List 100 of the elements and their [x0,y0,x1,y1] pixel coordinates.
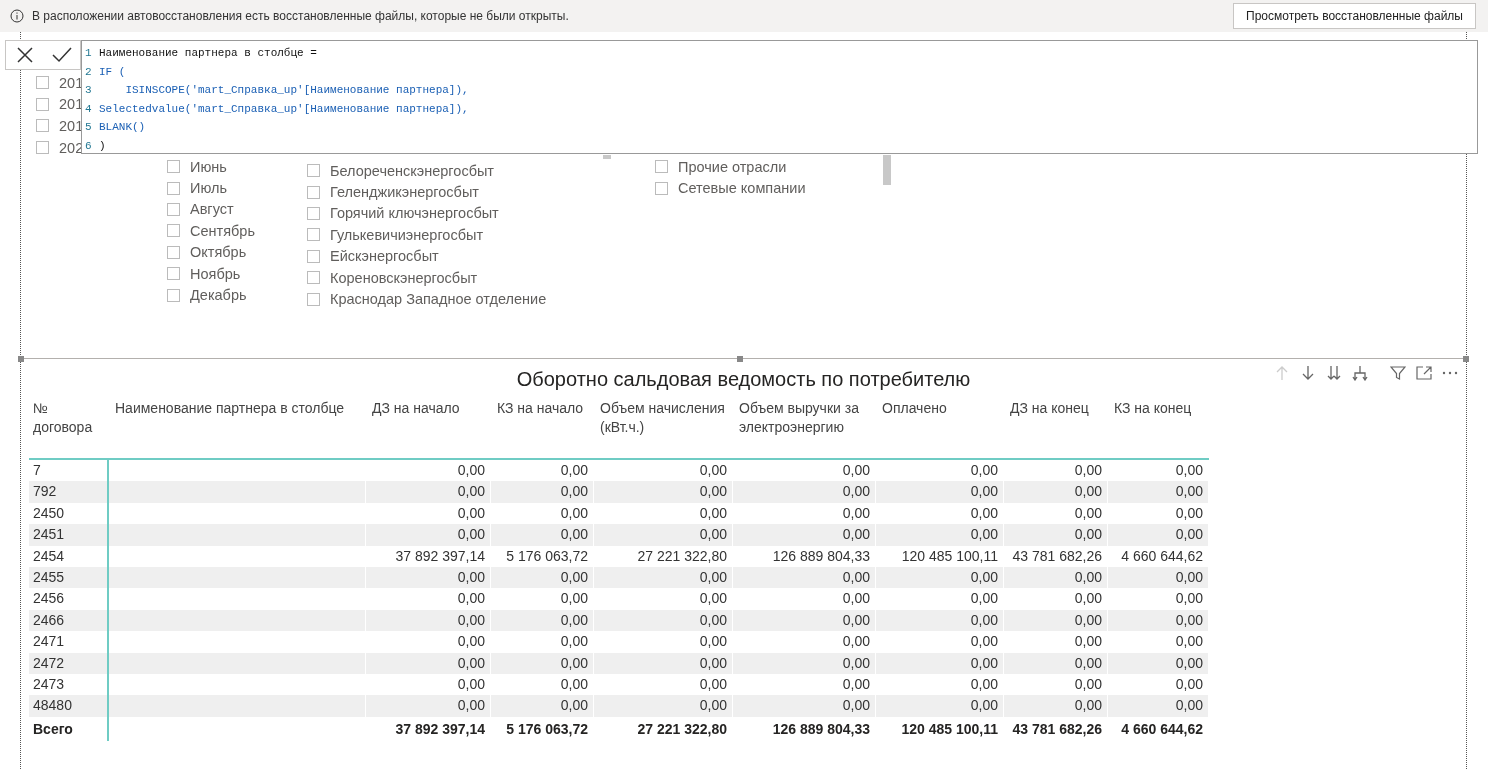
slicer-item[interactable]: 201 [59,118,84,134]
slicer-item[interactable]: Гулькевичиэнергосбыт [330,226,484,243]
column-header[interactable]: № договора [29,393,109,460]
total-cell: 37 892 397,14 [366,716,491,741]
table-cell: 120 485 100,11 [876,545,1004,567]
scrollbar[interactable] [883,155,891,185]
slicer-item[interactable]: Белореченскэнергосбыт [330,162,494,179]
checkbox[interactable] [307,292,320,306]
code-line: ) [99,139,106,152]
slicer-item[interactable]: Октябрь [190,244,247,261]
checkbox[interactable] [167,288,180,302]
column-header[interactable]: КЗ на начало [491,393,594,460]
column-header[interactable]: Наименование партнера в столбце [109,393,366,460]
scrollbar[interactable] [603,155,611,159]
table-cell: 0,00 [876,481,1004,503]
table-cell: 0,00 [491,631,594,653]
resize-handle[interactable] [737,356,743,362]
checkbox[interactable] [307,249,320,263]
column-header[interactable]: ДЗ на конец [1004,393,1108,460]
slicer-item[interactable]: Июнь [190,158,227,175]
checkbox[interactable] [307,164,320,178]
column-header[interactable]: КЗ на конец [1108,393,1209,460]
slicer-item[interactable]: Июль [190,180,227,197]
table-cell: 0,00 [366,524,491,546]
table-cell: 0,00 [491,588,594,610]
table-cell: 0,00 [1004,652,1108,674]
checkbox[interactable] [36,76,49,90]
slicer-item[interactable]: Горячий ключэнергосбыт [330,205,499,222]
slicer-item[interactable]: Ейскэнергосбыт [330,248,439,265]
table-cell: 0,00 [491,524,594,546]
checkbox[interactable] [167,202,180,216]
checkbox[interactable] [167,224,180,238]
hierarchy-icon[interactable] [1352,365,1368,381]
slicer-item[interactable]: Ноябрь [190,265,241,282]
view-recovered-button[interactable]: Просмотреть восстановленные файлы [1233,3,1476,29]
column-header[interactable]: Оплачено [876,393,1004,460]
resize-handle[interactable] [1463,356,1469,362]
checkbox[interactable] [655,160,668,174]
checkbox[interactable] [167,181,180,195]
checkbox[interactable] [167,160,180,174]
total-cell: 120 485 100,11 [876,716,1004,741]
column-header[interactable]: Объем выручки за электроэнергию [733,393,876,460]
table-cell: 0,00 [491,609,594,632]
table-cell: 0,00 [733,481,876,503]
slicer-item[interactable]: 201 [59,96,84,113]
table-cell: 2455 [29,566,109,589]
checkbox[interactable] [36,119,49,133]
checkbox[interactable] [36,97,49,111]
checkbox[interactable] [307,185,320,199]
table-cell: 0,00 [594,588,733,610]
line-number: 2 [84,65,93,78]
focus-mode-icon[interactable] [1416,365,1432,381]
table-cell: 126 889 804,33 [733,545,876,567]
column-header[interactable]: ДЗ на начало [366,393,491,460]
table-cell: 0,00 [1108,652,1209,674]
total-cell: 5 176 063,72 [491,716,594,741]
total-cell: 43 781 682,26 [1004,716,1108,741]
table-cell: 2466 [29,609,109,632]
slicer-item[interactable]: Краснодар Западное отделение [330,291,547,308]
table-cell: 0,00 [876,524,1004,546]
code-line: Selectedvalue('mart_Справка_up'[Наименование партнера]), [99,102,469,115]
slicer-item[interactable]: Сентябрь [190,222,255,239]
resize-handle[interactable] [18,356,24,362]
table-cell: 0,00 [366,481,491,503]
table-cell: 43 781 682,26 [1004,545,1108,567]
table-cell: 0,00 [366,631,491,653]
drill-down-icon[interactable] [1300,365,1316,381]
column-header[interactable]: Объем начисления (кВт.ч.) [594,393,733,460]
slicer-item[interactable]: Прочие отрасли [678,158,787,175]
formula-editor[interactable]: 1 Наименование партнера в столбце = 2 IF ( 3 ISINSCOPE('mart_Справка_up'[Наименование партнера]), 4 Selectedvalue('mart_Справка_up'[Наименование партнера]), 5 BLANK() 6 ) [81,40,1478,154]
table-cell: 0,00 [1108,631,1209,653]
checkbox[interactable] [167,245,180,259]
table-cell: 0,00 [1108,566,1209,589]
table-cell: 0,00 [594,695,733,717]
checkbox[interactable] [307,228,320,242]
total-cell: 4 660 644,62 [1108,716,1209,741]
drill-up-icon[interactable] [1274,365,1290,381]
checkbox[interactable] [167,267,180,281]
checkbox[interactable] [36,141,49,155]
table-cell: 0,00 [1004,524,1108,546]
info-icon [10,9,24,23]
table-cell: 0,00 [876,695,1004,717]
code-line: Наименование партнера в столбце = [99,47,317,60]
table-cell: 0,00 [1004,481,1108,503]
slicer-item[interactable]: Кореновскэнергосбыт [330,269,478,286]
checkbox[interactable] [307,206,320,220]
filter-icon[interactable] [1390,365,1406,381]
slicer-item[interactable]: Геленджикэнергосбыт [330,184,479,201]
slicer-item[interactable]: 201 [59,74,84,91]
table-cell: 48480 [29,695,109,717]
checkbox[interactable] [307,271,320,285]
table-cell: 0,00 [733,524,876,546]
table-title: Оборотно сальдовая ведомость по потребителю [516,367,971,391]
expand-all-icon[interactable] [1326,365,1342,381]
slicer-item[interactable]: Декабрь [190,287,247,304]
slicer-item[interactable]: Сетевые компании [678,180,806,197]
checkbox[interactable] [655,181,668,195]
slicer-item[interactable]: Август [190,201,234,218]
table-cell: 0,00 [1004,695,1108,717]
table-cell: 0,00 [594,524,733,546]
